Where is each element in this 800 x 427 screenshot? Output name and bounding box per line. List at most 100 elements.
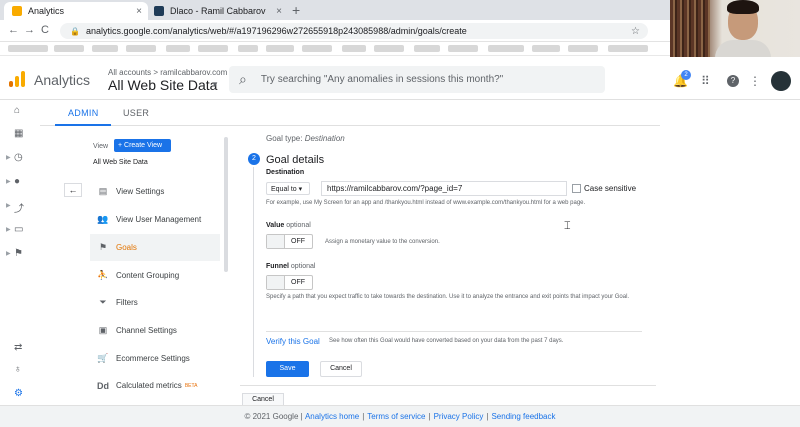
case-sensitive-checkbox[interactable] [572, 184, 581, 193]
back-icon[interactable]: ← [8, 24, 19, 36]
bookmark-item[interactable] [374, 45, 404, 52]
tab-admin[interactable]: ADMIN [68, 108, 99, 118]
help-icon[interactable]: ? [727, 75, 739, 87]
browser-tab-bar: Analytics × Dlaco - Ramil Cabbarov × + [0, 0, 670, 20]
bookmark-item[interactable] [126, 45, 156, 52]
bookmarks-bar [0, 42, 670, 56]
bookmark-item[interactable] [166, 45, 190, 52]
behavior-icon[interactable]: ▭ [14, 224, 23, 235]
analytics-header: Analytics All accounts > ramilcabbarov.c… [0, 57, 800, 100]
flag-icon[interactable]: ⚑ [14, 248, 23, 259]
back-arrow-button[interactable]: ← [64, 183, 82, 197]
terms-link[interactable]: Terms of service [367, 412, 425, 421]
tab-user[interactable]: USER [123, 108, 149, 118]
bookmark-item[interactable] [302, 45, 332, 52]
browser-tab-analytics[interactable]: Analytics × [4, 2, 148, 20]
acquisition-icon[interactable]: ⤴ [14, 200, 24, 215]
expand-caret-icon[interactable]: ▶ [6, 178, 11, 185]
bookmark-item[interactable] [608, 45, 648, 52]
bookmark-star-icon[interactable]: ☆ [631, 26, 640, 37]
dashboard-icon[interactable]: ▦ [14, 128, 23, 139]
search-input[interactable]: ⌕ Try searching "Any anomalies in sessio… [229, 66, 605, 93]
bookmark-item[interactable] [414, 45, 440, 52]
bookmark-item[interactable] [266, 45, 294, 52]
left-rail: ⌂ ▦ ▶ ◷ ▶ ● ▶ ⤴ ▶ ▭ ▶ ⚑ ⇄ ♁ ⚙ [0, 100, 40, 410]
attribution-icon[interactable]: ⇄ [14, 342, 22, 353]
expand-caret-icon[interactable]: ▶ [6, 202, 11, 209]
destination-hint: For example, use My Screen for an app an… [266, 200, 586, 206]
verify-goal-link[interactable]: Verify this Goal [266, 337, 320, 346]
value-toggle[interactable]: OFF [266, 234, 313, 249]
save-button[interactable]: Save [266, 361, 309, 377]
destination-label: Destination [266, 169, 305, 176]
clock-icon[interactable]: ◷ [14, 152, 23, 163]
bookmark-item[interactable] [568, 45, 598, 52]
funnel-toggle[interactable]: OFF [266, 275, 313, 290]
bookmark-item[interactable] [342, 45, 366, 52]
view-column-scrollbar[interactable] [224, 137, 228, 272]
toggle-state: OFF [291, 279, 305, 286]
expand-caret-icon[interactable]: ▶ [6, 250, 11, 257]
chevron-down-icon[interactable]: ▼ [211, 80, 219, 89]
separator: | [428, 412, 431, 421]
view-item-user-management[interactable]: 👥 View User Management [90, 206, 220, 233]
more-vert-icon[interactable]: ⋮ [749, 74, 761, 88]
tab-close-icon[interactable]: × [276, 6, 282, 17]
create-view-button[interactable]: + Create View [114, 139, 171, 152]
bookshelf [670, 0, 710, 60]
bookmark-item[interactable] [54, 45, 84, 52]
new-tab-button[interactable]: + [292, 2, 300, 18]
person-icon[interactable]: ● [14, 176, 20, 187]
match-type-select[interactable]: Equal to ▾ [266, 182, 310, 195]
account-breadcrumb[interactable]: All accounts > ramilcabbarov.com [108, 68, 227, 77]
view-item-ecommerce-settings[interactable]: 🛒 Ecommerce Settings [90, 345, 220, 372]
cancel-button[interactable]: Cancel [320, 361, 362, 377]
toggle-knob [267, 235, 285, 248]
home-icon[interactable]: ⌂ [14, 105, 20, 116]
analytics-logo-icon[interactable] [9, 71, 25, 87]
optional-text: optional [290, 263, 316, 270]
view-item-filters[interactable]: ⏷ Filters [90, 289, 220, 316]
feedback-link[interactable]: Sending feedback [491, 412, 555, 421]
apps-grid-icon[interactable]: ⠿ [701, 74, 710, 88]
view-item-view-settings[interactable]: ▤ View Settings [90, 178, 220, 205]
bookmark-item[interactable] [198, 45, 228, 52]
step-number-badge: 2 [248, 153, 260, 165]
goal-type-value: Destination [304, 134, 345, 143]
view-item-channel-settings[interactable]: ▣ Channel Settings [90, 317, 220, 344]
url-field[interactable]: 🔒 analytics.google.com/analytics/web/#/a… [60, 23, 648, 39]
property-selector[interactable]: All Web Site Data [108, 77, 217, 93]
destination-input[interactable]: https://ramilcabbarov.com/?page_id=7 [321, 181, 567, 196]
tab-close-icon[interactable]: × [136, 6, 142, 17]
separator: | [362, 412, 365, 421]
gear-icon[interactable]: ⚙ [14, 388, 23, 399]
view-item-goals[interactable]: ⚑ Goals [90, 234, 220, 261]
view-item-content-grouping[interactable]: ⛹ Content Grouping [90, 262, 220, 289]
filter-icon: ⏷ [99, 297, 107, 307]
bookmark-item[interactable] [238, 45, 258, 52]
bookmark-item[interactable] [448, 45, 478, 52]
goal-type-label: Goal type: [266, 134, 303, 143]
browser-tab-dlaco[interactable]: Dlaco - Ramil Cabbarov × [146, 2, 288, 20]
funnel-label-text: Funnel [266, 263, 289, 270]
privacy-link[interactable]: Privacy Policy [434, 412, 484, 421]
expand-caret-icon[interactable]: ▶ [6, 226, 11, 233]
view-item-label: Calculated metrics [116, 381, 182, 390]
bookmark-item[interactable] [8, 45, 48, 52]
bookmark-item[interactable] [92, 45, 118, 52]
section-title: Goal details [266, 154, 325, 166]
verify-description: See how often this Goal would have conve… [329, 338, 564, 344]
bookmark-item[interactable] [532, 45, 560, 52]
value-label-text: Value [266, 222, 285, 229]
cart-icon: 🛒 [97, 353, 109, 363]
reload-icon[interactable]: C [41, 24, 49, 36]
step-connector [253, 167, 254, 377]
forward-icon[interactable]: → [24, 24, 35, 36]
bookmark-item[interactable] [488, 45, 524, 52]
view-item-calculated-metrics[interactable]: Dd Calculated metrics BETA [90, 372, 220, 399]
analytics-home-link[interactable]: Analytics home [305, 412, 359, 421]
avatar[interactable] [771, 71, 791, 91]
people-icon: 👥 [97, 214, 109, 224]
lightbulb-icon[interactable]: ♁ [14, 364, 22, 375]
expand-caret-icon[interactable]: ▶ [6, 154, 11, 161]
